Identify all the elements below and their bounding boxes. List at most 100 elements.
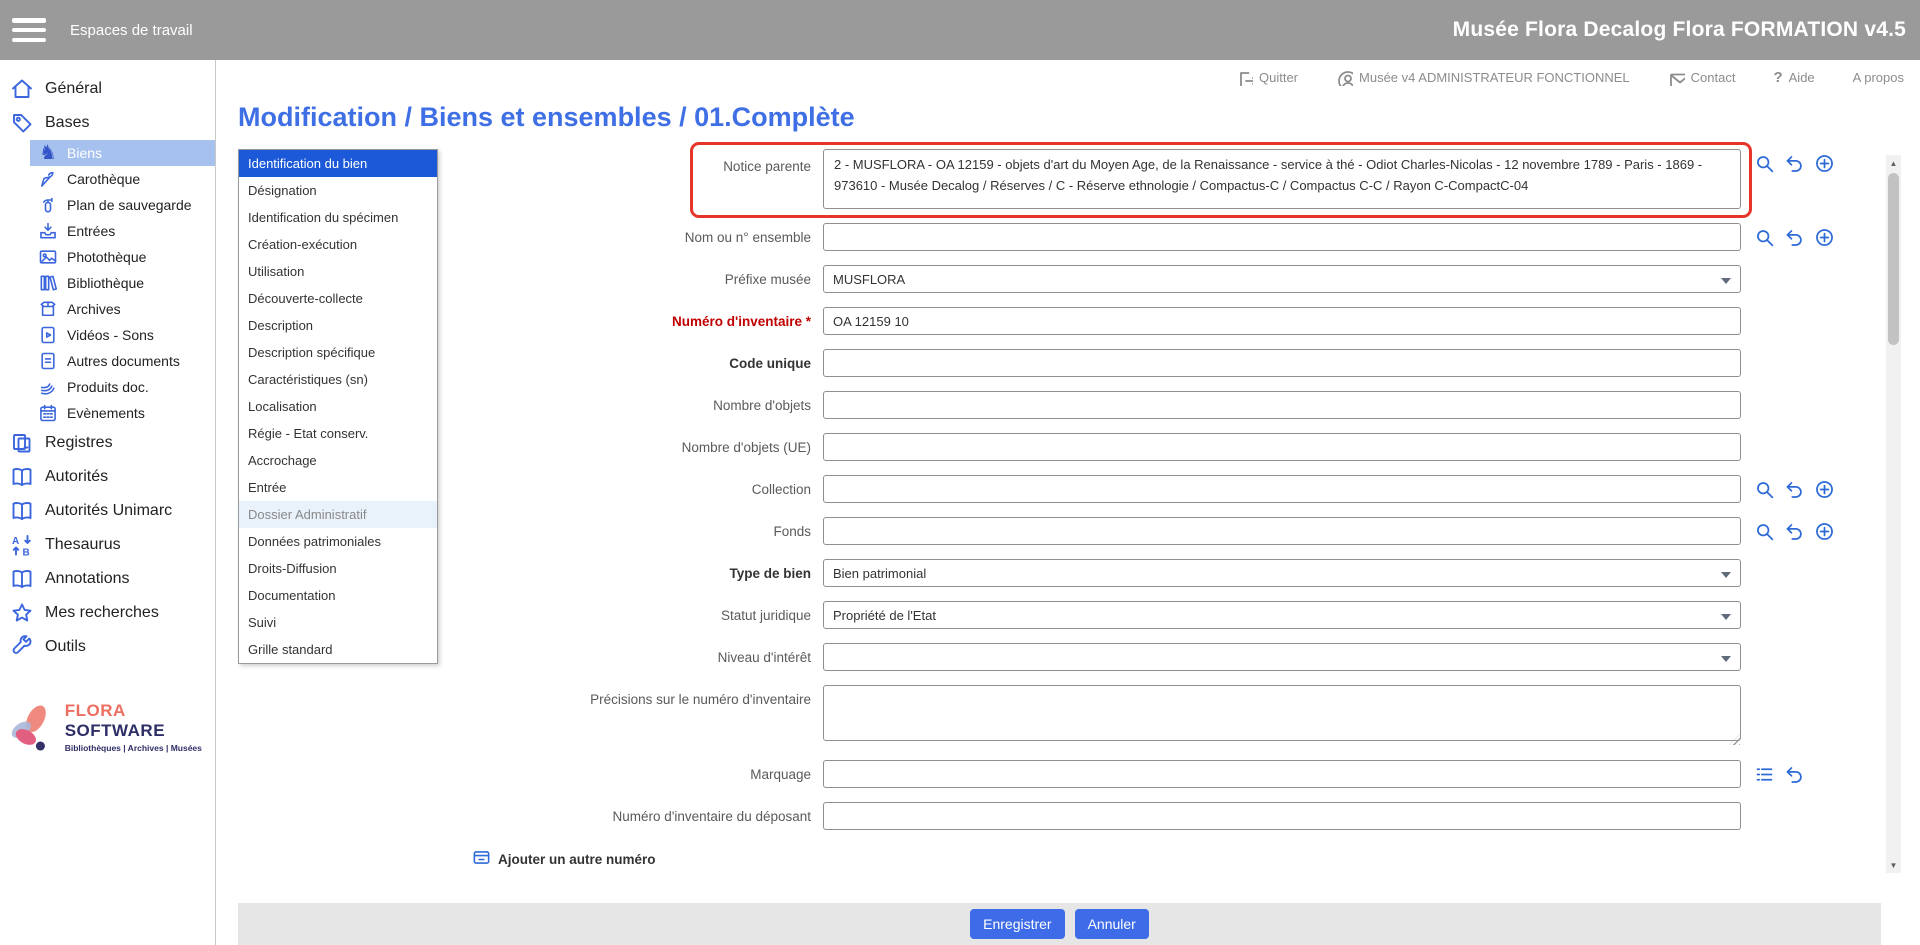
sidebar-item-outils[interactable]: Outils <box>0 630 215 664</box>
section-tab-identification-du-sp-cimen[interactable]: Identification du spécimen <box>239 204 437 231</box>
input-collection[interactable] <box>823 475 1741 503</box>
label-code-unique: Code unique <box>438 349 823 372</box>
sidebar-item-produits-doc-[interactable]: Produits doc. <box>30 374 215 400</box>
search-icon[interactable] <box>1754 153 1775 174</box>
flora-software-logo: FLORA SOFTWARE Bibliothèques | Archives … <box>6 698 215 756</box>
section-tab-droits-diffusion[interactable]: Droits-Diffusion <box>239 555 437 582</box>
sidebar-item-bases[interactable]: Bases <box>0 106 215 140</box>
undo-icon[interactable] <box>1784 521 1805 542</box>
section-tab-d-signation[interactable]: Désignation <box>239 177 437 204</box>
sidebar-item-registres[interactable]: Registres <box>0 426 215 460</box>
svg-text:B: B <box>23 548 30 558</box>
undo-icon[interactable] <box>1784 764 1805 785</box>
scroll-up-icon[interactable]: ▲ <box>1886 155 1901 171</box>
label-numero-inventaire-deposant: Numéro d'inventaire du déposant <box>438 802 823 825</box>
input-code-unique[interactable] <box>823 349 1741 377</box>
apropos-button[interactable]: A propos <box>1853 70 1904 85</box>
sidebar-item-label: Thesaurus <box>45 536 121 554</box>
sidebar-item-caroth-que[interactable]: Carothèque <box>30 166 215 192</box>
input-nombre-objets[interactable] <box>823 391 1741 419</box>
app-title: Musée Flora Decalog Flora FORMATION v4.5 <box>1453 18 1906 42</box>
sidebar-item-vid-os-sons[interactable]: Vidéos - Sons <box>30 322 215 348</box>
sidebar-item-archives[interactable]: Archives <box>30 296 215 322</box>
tag-icon <box>10 111 34 135</box>
cancel-button[interactable]: Annuler <box>1075 909 1149 939</box>
section-tab-identification-du-bien[interactable]: Identification du bien <box>239 150 437 177</box>
sidebar-item-annotations[interactable]: Annotations <box>0 562 215 596</box>
video-doc-icon <box>38 325 58 345</box>
scroll-down-icon[interactable]: ▼ <box>1886 857 1901 873</box>
input-precisions-numero-inventaire[interactable] <box>823 685 1741 741</box>
label-nom-ensemble: Nom ou n° ensemble <box>438 223 823 246</box>
sidebar-item-label: Autorités Unimarc <box>45 502 172 520</box>
quitter-button[interactable]: Quitter <box>1236 69 1298 86</box>
save-button[interactable]: Enregistrer <box>970 909 1064 939</box>
undo-icon[interactable] <box>1784 227 1805 248</box>
sidebar-item-mes-recherches[interactable]: Mes recherches <box>0 596 215 630</box>
add-icon[interactable] <box>1814 521 1835 542</box>
input-numero-inventaire-deposant[interactable] <box>823 802 1741 830</box>
brand-flora: FLORA <box>65 701 125 720</box>
hamburger-menu-icon[interactable] <box>12 18 46 42</box>
sidebar-item-autorit-s-unimarc[interactable]: Autorités Unimarc <box>0 494 215 528</box>
section-tab-d-couverte-collecte[interactable]: Découverte-collecte <box>239 285 437 312</box>
sidebar-item-biblioth-que[interactable]: Bibliothèque <box>30 270 215 296</box>
section-tab-donn-es-patrimoniales[interactable]: Données patrimoniales <box>239 528 437 555</box>
vertical-scrollbar[interactable]: ▲ ▼ <box>1886 155 1901 873</box>
sidebar-item-thesaurus[interactable]: ABThesaurus <box>0 528 215 562</box>
undo-icon[interactable] <box>1784 153 1805 174</box>
section-tab-grille-standard[interactable]: Grille standard <box>239 636 437 663</box>
sidebar-item-ev-nements[interactable]: Evènements <box>30 400 215 426</box>
user-icon <box>1336 69 1353 86</box>
search-icon[interactable] <box>1754 227 1775 248</box>
input-nombre-objets-ue[interactable] <box>823 433 1741 461</box>
search-icon[interactable] <box>1754 479 1775 500</box>
input-statut-juridique[interactable]: Propriété de l'Etat <box>823 601 1741 629</box>
aide-button[interactable]: ? Aide <box>1773 69 1814 86</box>
section-tab-description[interactable]: Description <box>239 312 437 339</box>
workspace-label[interactable]: Espaces de travail <box>70 22 193 39</box>
input-notice-parente[interactable]: 2 - MUSFLORA - OA 12159 - objets d'art d… <box>823 149 1741 209</box>
input-fonds[interactable] <box>823 517 1741 545</box>
section-tab-documentation[interactable]: Documentation <box>239 582 437 609</box>
add-other-number-link[interactable]: Ajouter un autre numéro <box>472 848 1920 870</box>
input-numero-inventaire[interactable] <box>823 307 1741 335</box>
section-nav: Identification du bienDésignationIdentif… <box>238 149 438 664</box>
section-tab-r-gie-etat-conserv-[interactable]: Régie - Etat conserv. <box>239 420 437 447</box>
sidebar-item-phototh-que[interactable]: Photothèque <box>30 244 215 270</box>
input-type-de-bien[interactable]: Bien patrimonial <box>823 559 1741 587</box>
user-menu[interactable]: Musée v4 ADMINISTRATEUR FONCTIONNEL <box>1336 69 1630 86</box>
input-prefixe-musee[interactable]: MUSFLORA <box>823 265 1741 293</box>
section-tab-cr-ation-ex-cution[interactable]: Création-exécution <box>239 231 437 258</box>
section-tab-caract-ristiques-sn-[interactable]: Caractéristiques (sn) <box>239 366 437 393</box>
sidebar-item-autorit-s[interactable]: Autorités <box>0 460 215 494</box>
add-icon[interactable] <box>1814 227 1835 248</box>
sidebar-item-biens[interactable]: ♞Biens <box>30 140 215 166</box>
section-tab-entr-e[interactable]: Entrée <box>239 474 437 501</box>
section-tab-dossier-administratif[interactable]: Dossier Administratif <box>239 501 437 528</box>
form-row-marquage: Marquage <box>438 760 1920 788</box>
sidebar-item-plan-de-sauvegarde[interactable]: Plan de sauvegarde <box>30 192 215 218</box>
list-icon[interactable] <box>1754 764 1775 785</box>
search-icon[interactable] <box>1754 521 1775 542</box>
scrollbar-thumb[interactable] <box>1888 173 1899 345</box>
add-card-icon <box>472 848 491 870</box>
label-precisions-numero-inventaire: Précisions sur le numéro d'inventaire <box>438 685 823 708</box>
sidebar-item-g-n-ral[interactable]: Général <box>0 72 215 106</box>
field-actions-collection <box>1754 479 1835 500</box>
input-marquage[interactable] <box>823 760 1741 788</box>
sidebar-item-autres-documents[interactable]: Autres documents <box>30 348 215 374</box>
photo-icon <box>38 247 58 267</box>
section-tab-localisation[interactable]: Localisation <box>239 393 437 420</box>
input-nom-ensemble[interactable] <box>823 223 1741 251</box>
section-tab-accrochage[interactable]: Accrochage <box>239 447 437 474</box>
add-icon[interactable] <box>1814 479 1835 500</box>
section-tab-utilisation[interactable]: Utilisation <box>239 258 437 285</box>
section-tab-suivi[interactable]: Suivi <box>239 609 437 636</box>
add-icon[interactable] <box>1814 153 1835 174</box>
contact-button[interactable]: Contact <box>1668 69 1736 86</box>
undo-icon[interactable] <box>1784 479 1805 500</box>
input-niveau-interet[interactable] <box>823 643 1741 671</box>
sidebar-item-entr-es[interactable]: Entrées <box>30 218 215 244</box>
section-tab-description-sp-cifique[interactable]: Description spécifique <box>239 339 437 366</box>
